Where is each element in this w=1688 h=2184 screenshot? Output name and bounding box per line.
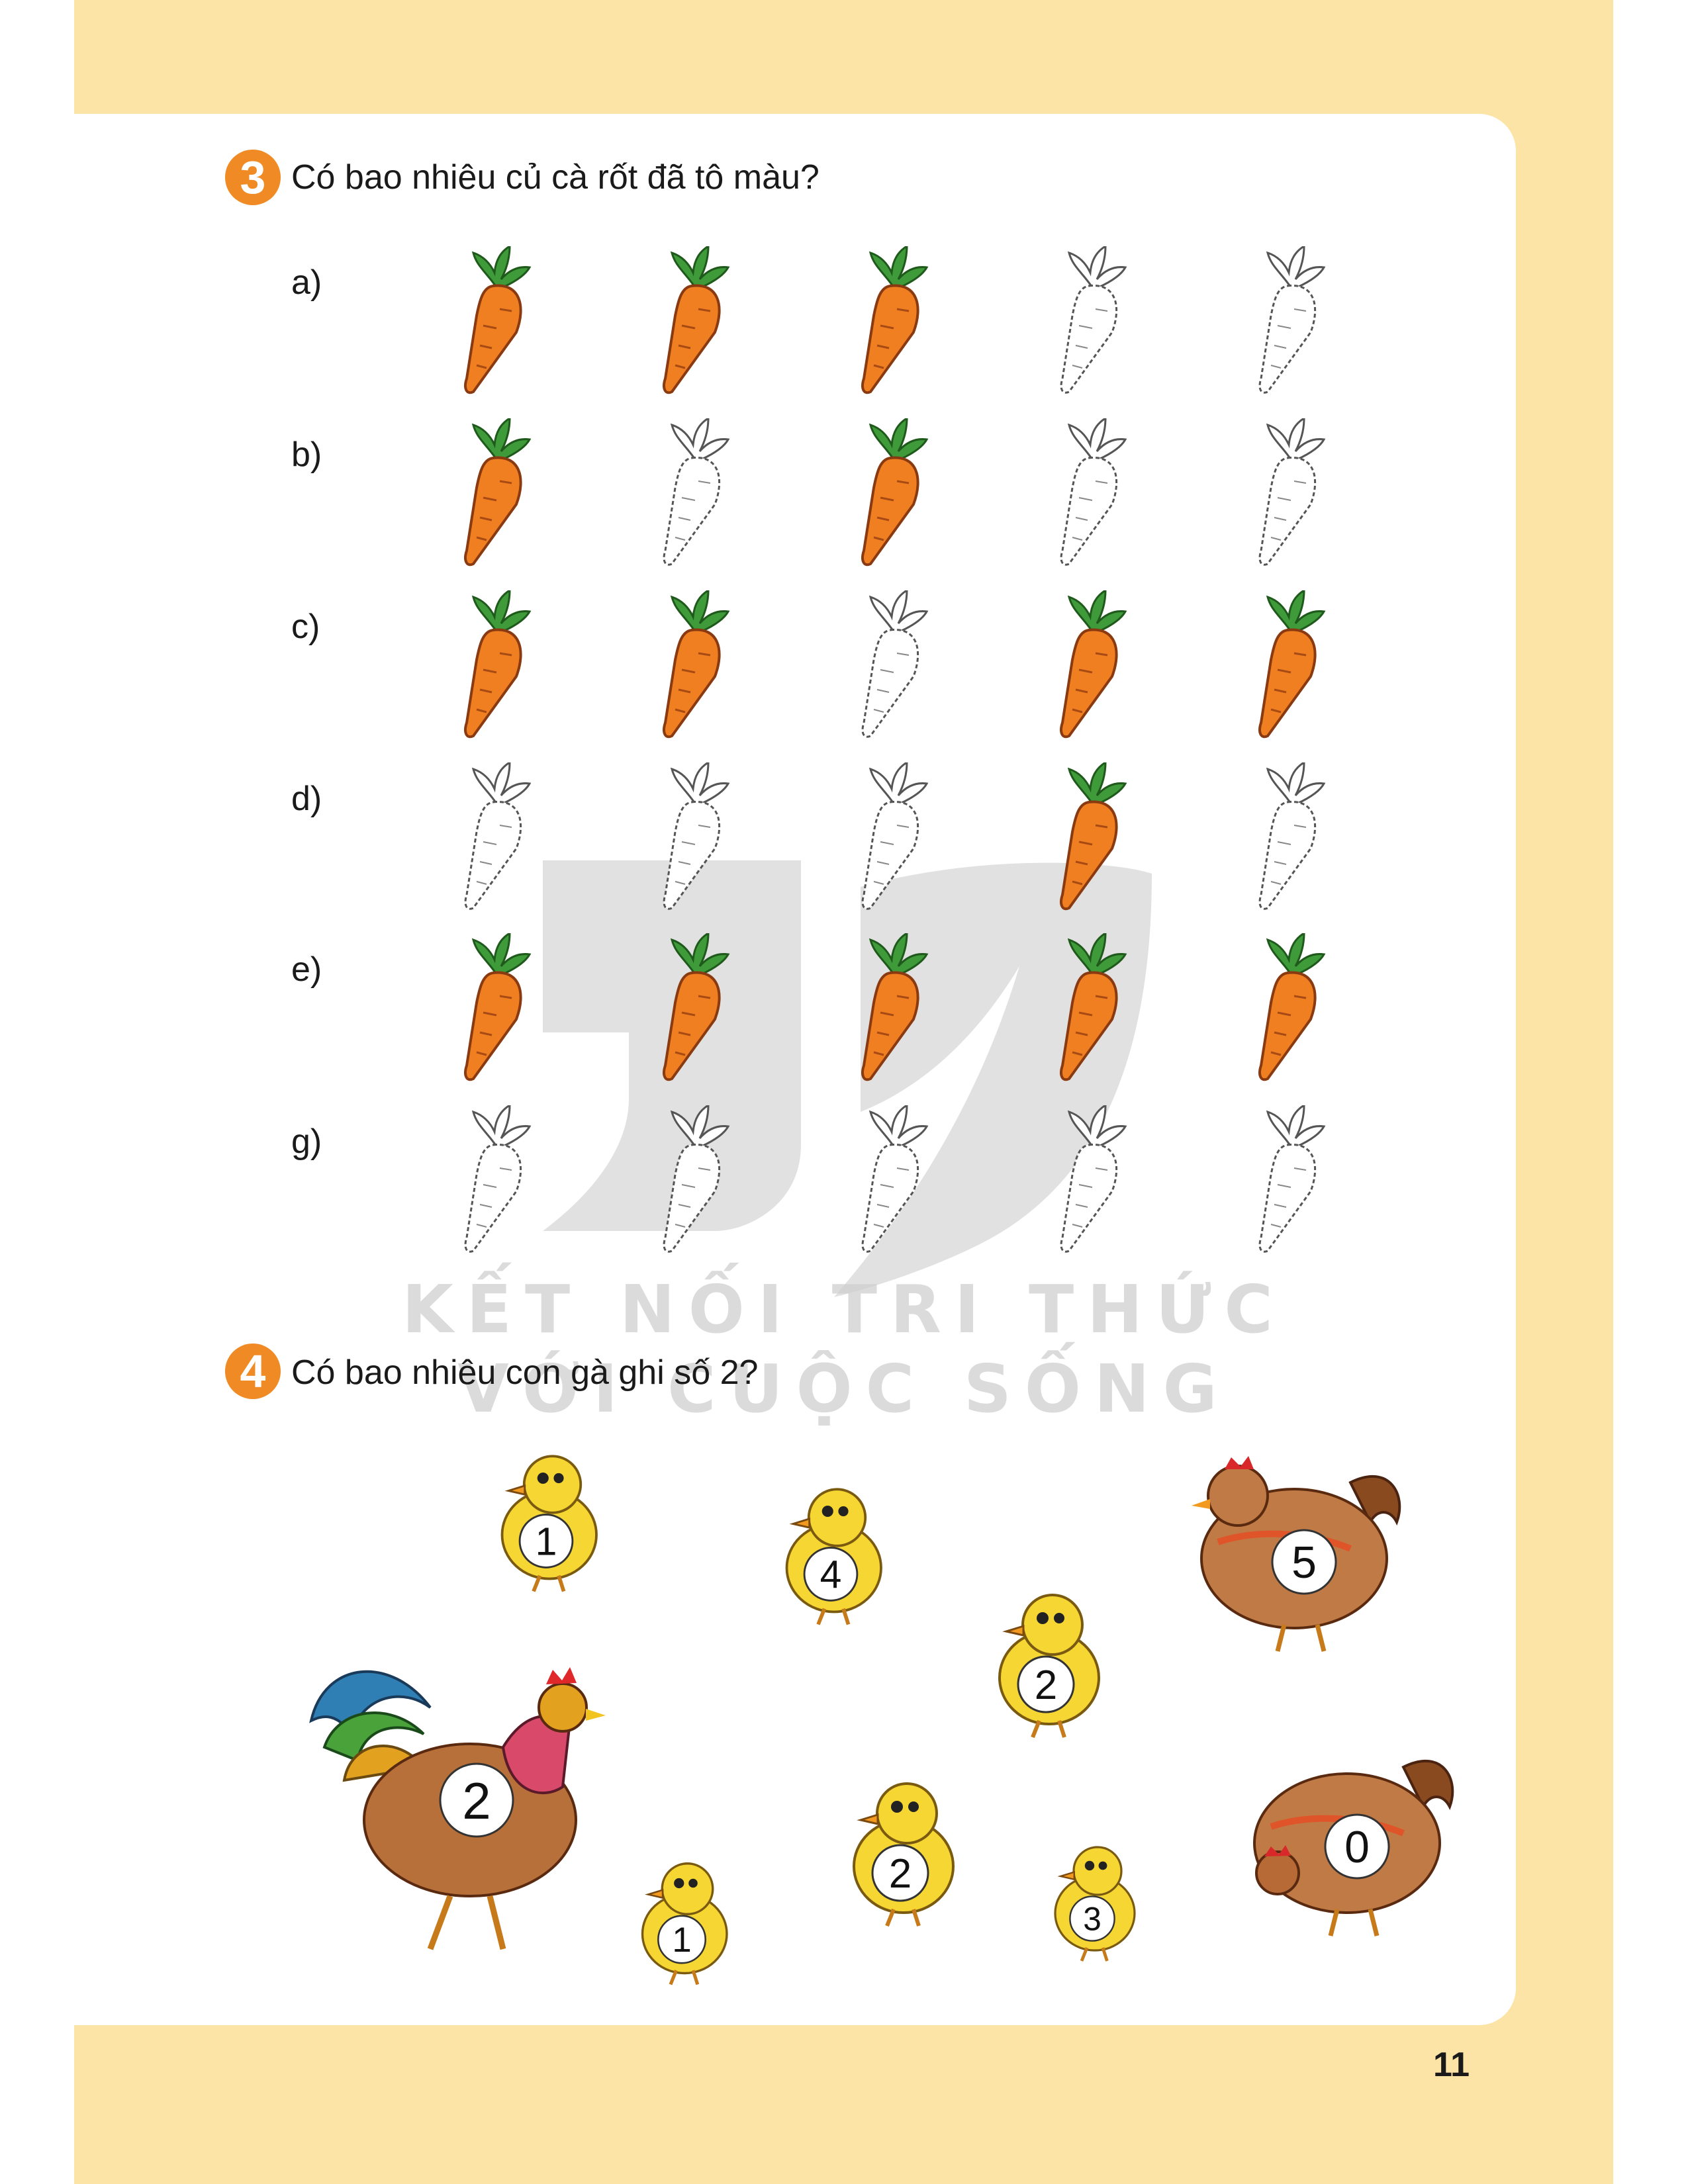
row-label: b) (291, 435, 322, 474)
hen-icon: 5 (1178, 1433, 1410, 1671)
colored-carrot-icon (645, 931, 738, 1082)
colored-carrot-icon (645, 588, 738, 739)
uncolored-carrot-icon (447, 1103, 539, 1254)
uncolored-carrot-icon (844, 760, 937, 911)
colored-carrot-icon (1241, 588, 1334, 739)
uncolored-carrot-icon (844, 588, 937, 739)
row-label: g) (291, 1122, 322, 1161)
question4-text: Có bao nhiêu con gà ghi số 2? (291, 1353, 759, 1392)
uncolored-carrot-icon (645, 416, 738, 567)
colored-carrot-icon (844, 931, 937, 1082)
page-number: 11 (1433, 2046, 1470, 2084)
chick-icon: 4 (768, 1479, 894, 1631)
watermark-line1: KẾT NỐI TRI THỨC (402, 1271, 1286, 1348)
uncolored-carrot-icon (1241, 244, 1334, 395)
colored-carrot-icon (1043, 588, 1135, 739)
colored-carrot-icon (1043, 931, 1135, 1082)
uncolored-carrot-icon (1043, 244, 1135, 395)
svg-text:2: 2 (889, 1851, 912, 1897)
chick-icon: 1 (483, 1446, 609, 1598)
row-label: e) (291, 950, 322, 989)
svg-text:2: 2 (462, 1772, 491, 1830)
uncolored-carrot-icon (1043, 416, 1135, 567)
chick-icon: 2 (831, 1774, 970, 1933)
question4-number-badge: 4 (225, 1343, 281, 1399)
rooster-icon: 2 (285, 1635, 616, 1966)
colored-carrot-icon (645, 244, 738, 395)
uncolored-carrot-icon (844, 1103, 937, 1254)
colored-carrot-icon (1241, 931, 1334, 1082)
hen-icon: 0 (1218, 1727, 1476, 1946)
colored-carrot-icon (844, 244, 937, 395)
uncolored-carrot-icon (1241, 416, 1334, 567)
colored-carrot-icon (844, 416, 937, 567)
colored-carrot-icon (447, 931, 539, 1082)
question3-text: Có bao nhiêu củ cà rốt đã tô màu? (291, 158, 820, 197)
svg-text:1: 1 (672, 1921, 691, 1960)
question3-number-badge: 3 (225, 150, 281, 205)
svg-text:4: 4 (820, 1553, 842, 1596)
uncolored-carrot-icon (1043, 1103, 1135, 1254)
colored-carrot-icon (447, 416, 539, 567)
svg-text:0: 0 (1344, 1822, 1370, 1872)
uncolored-carrot-icon (1241, 760, 1334, 911)
row-label: a) (291, 263, 322, 302)
uncolored-carrot-icon (447, 760, 539, 911)
row-label: c) (291, 608, 320, 646)
chick-icon: 2 (980, 1585, 1112, 1744)
chick-icon: 3 (1039, 1827, 1145, 1979)
colored-carrot-icon (1043, 760, 1135, 911)
colored-carrot-icon (447, 244, 539, 395)
uncolored-carrot-icon (645, 1103, 738, 1254)
uncolored-carrot-icon (1241, 1103, 1334, 1254)
colored-carrot-icon (447, 588, 539, 739)
svg-text:3: 3 (1083, 1901, 1102, 1938)
row-label: d) (291, 780, 322, 818)
svg-text:1: 1 (536, 1520, 557, 1563)
chick-icon: 1 (626, 1846, 738, 1999)
svg-text:5: 5 (1291, 1537, 1317, 1588)
svg-text:2: 2 (1035, 1662, 1057, 1708)
uncolored-carrot-icon (645, 760, 738, 911)
